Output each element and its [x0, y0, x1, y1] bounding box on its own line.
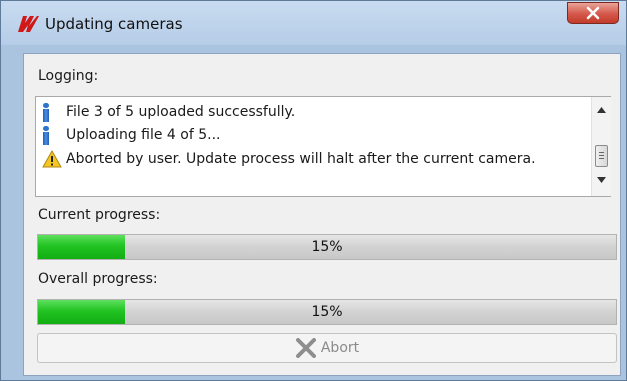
- info-icon: [42, 125, 50, 145]
- current-progress-bar: 15%: [37, 234, 617, 260]
- log-list[interactable]: File 3 of 5 uploaded successfully. Uploa…: [35, 96, 611, 197]
- brand-logo-icon: [18, 16, 39, 32]
- scroll-thumb[interactable]: [595, 145, 608, 167]
- log-entry-text: Aborted by user. Update process will hal…: [66, 151, 536, 167]
- overall-progress-percent: 15%: [311, 304, 343, 320]
- logging-label: Logging:: [38, 68, 99, 84]
- close-button[interactable]: [567, 2, 619, 24]
- scroll-up-arrow-icon[interactable]: [596, 105, 607, 114]
- current-progress-label: Current progress:: [38, 207, 161, 223]
- dialog-window: Updating cameras Logging: File 3 of 5 up…: [0, 0, 627, 381]
- scroll-down-arrow-icon[interactable]: [596, 175, 607, 184]
- log-entry-text: Uploading file 4 of 5...: [66, 127, 221, 143]
- log-entry: Uploading file 4 of 5...: [42, 124, 221, 146]
- abort-x-icon: [295, 338, 316, 358]
- abort-button-label: Abort: [320, 340, 360, 356]
- log-entry: File 3 of 5 uploaded successfully.: [42, 101, 295, 123]
- log-entry-text: File 3 of 5 uploaded successfully.: [66, 104, 296, 120]
- current-progress-percent: 15%: [311, 239, 343, 255]
- window-title: Updating cameras: [45, 15, 183, 33]
- log-scrollbar[interactable]: [591, 97, 611, 196]
- log-entry: Aborted by user. Update process will hal…: [42, 148, 536, 170]
- overall-progress-bar: 15%: [37, 299, 617, 325]
- overall-progress-label: Overall progress:: [38, 271, 158, 287]
- abort-button[interactable]: Abort: [37, 333, 617, 363]
- close-x-icon: [586, 6, 600, 20]
- warning-icon: [42, 150, 62, 168]
- info-icon: [42, 102, 50, 122]
- dialog-content: Logging: File 3 of 5 uploaded successful…: [23, 53, 621, 376]
- title-bar[interactable]: Updating cameras: [1, 1, 626, 45]
